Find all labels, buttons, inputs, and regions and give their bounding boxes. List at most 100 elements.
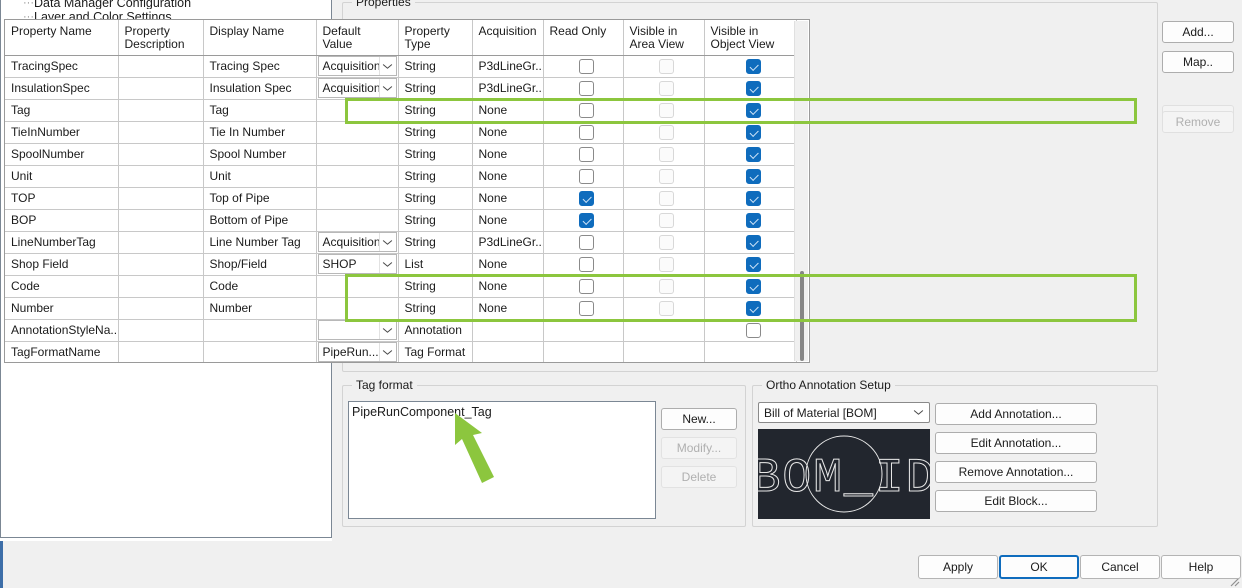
visible-in-area-view-cell[interactable] (623, 143, 705, 166)
table-row[interactable]: Number Number String None (5, 297, 797, 320)
visible-in-area-view-cell[interactable] (623, 77, 705, 100)
visible-in-object-view-checkbox[interactable] (745, 212, 761, 228)
cell-property-type[interactable]: Annotation (398, 319, 473, 342)
visible-in-area-view-cell[interactable] (623, 187, 705, 210)
cell-display-name[interactable]: Tie In Number (203, 121, 317, 144)
cell-property-type[interactable]: String (398, 143, 473, 166)
read-only-checkbox[interactable] (578, 278, 594, 294)
read-only-checkbox[interactable] (578, 300, 594, 316)
cell-display-name[interactable]: Number (203, 297, 317, 320)
visible-in-object-view-checkbox[interactable] (745, 58, 761, 74)
cell-default-value[interactable]: Acquisition (316, 231, 399, 254)
ortho-addannotation-button[interactable]: Add Annotation... (935, 403, 1097, 425)
visible-in-object-view-checkbox[interactable] (745, 256, 761, 272)
cell-default-value[interactable] (316, 209, 399, 232)
visible-in-area-view-cell[interactable] (623, 99, 705, 122)
tag-format-new-button[interactable]: New... (661, 408, 737, 430)
read-only-cell[interactable] (543, 121, 624, 144)
cell-display-name[interactable] (203, 319, 317, 342)
table-row[interactable]: TOP Top of Pipe String None (5, 187, 797, 210)
read-only-cell[interactable] (543, 275, 624, 298)
read-only-checkbox[interactable] (578, 80, 594, 96)
visible-in-area-view-cell[interactable] (623, 253, 705, 276)
cell-display-name[interactable] (203, 341, 317, 362)
visible-in-object-view-cell[interactable] (704, 319, 797, 342)
visible-in-area-view-checkbox[interactable] (659, 212, 674, 228)
cell-acquisition[interactable]: P3dLineGr... (472, 231, 544, 254)
visible-in-object-view-cell[interactable] (704, 231, 797, 254)
cell-acquisition[interactable]: P3dLineGr... (472, 77, 544, 100)
col-header-display-name[interactable]: Display Name (203, 20, 317, 56)
cell-property-description[interactable] (118, 297, 204, 320)
table-row[interactable]: LineNumberTag Line Number Tag Acquisition S… (5, 231, 797, 254)
cell-display-name[interactable]: Spool Number (203, 143, 317, 166)
visible-in-object-view-cell[interactable] (704, 275, 797, 298)
cell-display-name[interactable]: Insulation Spec (203, 77, 317, 100)
cell-property-name[interactable]: Tag (5, 99, 119, 122)
properties-map-button[interactable]: Map.. (1162, 51, 1234, 73)
read-only-cell[interactable] (543, 187, 624, 210)
read-only-cell[interactable] (543, 77, 624, 100)
cell-property-name[interactable]: Unit (5, 165, 119, 188)
cell-default-value[interactable] (316, 121, 399, 144)
cell-acquisition[interactable]: None (472, 187, 544, 210)
grid-scrollbar-thumb[interactable] (800, 271, 804, 361)
cell-property-name[interactable]: TOP (5, 187, 119, 210)
read-only-checkbox[interactable] (578, 190, 594, 206)
visible-in-object-view-cell[interactable] (704, 253, 797, 276)
read-only-checkbox[interactable] (578, 124, 594, 140)
annotation-select[interactable]: Bill of Material [BOM] (758, 402, 930, 423)
dialog-cancel-button[interactable]: Cancel (1080, 555, 1160, 579)
cell-property-description[interactable] (118, 341, 204, 362)
table-row[interactable]: Code Code String None (5, 275, 797, 298)
visible-in-area-view-checkbox[interactable] (659, 124, 674, 140)
cell-property-type[interactable]: String (398, 165, 473, 188)
visible-in-object-view-checkbox[interactable] (745, 278, 761, 294)
cell-property-description[interactable] (118, 275, 204, 298)
table-row[interactable]: TracingSpec Tracing Spec Acquisition String… (5, 55, 797, 78)
cell-property-name[interactable]: Code (5, 275, 119, 298)
visible-in-area-view-cell[interactable] (623, 55, 705, 78)
read-only-checkbox[interactable] (578, 234, 594, 250)
read-only-checkbox[interactable] (578, 146, 594, 162)
cell-acquisition[interactable]: P3dLineGr... (472, 55, 544, 78)
cell-acquisition[interactable]: None (472, 121, 544, 144)
read-only-checkbox[interactable] (578, 256, 594, 272)
cell-default-value[interactable]: Acquisition (316, 55, 399, 78)
cell-property-type[interactable]: List (398, 253, 473, 276)
cell-property-name[interactable]: AnnotationStyleNa... (5, 319, 119, 342)
cell-property-type[interactable]: String (398, 275, 473, 298)
cell-property-type[interactable]: String (398, 187, 473, 210)
cell-default-value[interactable] (316, 99, 399, 122)
visible-in-area-view-checkbox[interactable] (659, 58, 674, 74)
visible-in-object-view-cell[interactable] (704, 55, 797, 78)
col-header-property-description[interactable]: Property Description (118, 20, 204, 56)
cell-property-name[interactable]: TieInNumber (5, 121, 119, 144)
cell-display-name[interactable]: Line Number Tag (203, 231, 317, 254)
cell-display-name[interactable]: Unit (203, 165, 317, 188)
cell-property-description[interactable] (118, 187, 204, 210)
ortho-editblock-button[interactable]: Edit Block... (935, 490, 1097, 512)
cell-property-name[interactable]: InsulationSpec (5, 77, 119, 100)
cell-property-type[interactable]: String (398, 297, 473, 320)
visible-in-area-view-checkbox[interactable] (659, 168, 674, 184)
cell-property-description[interactable] (118, 121, 204, 144)
visible-in-area-view-cell[interactable] (623, 231, 705, 254)
properties-add-button[interactable]: Add... (1162, 21, 1234, 43)
cell-display-name[interactable]: Code (203, 275, 317, 298)
read-only-cell[interactable] (543, 165, 624, 188)
cell-property-description[interactable] (118, 319, 204, 342)
read-only-checkbox[interactable] (578, 58, 594, 74)
read-only-cell[interactable] (543, 209, 624, 232)
read-only-cell[interactable] (543, 297, 624, 320)
visible-in-object-view-checkbox[interactable] (745, 80, 761, 96)
table-row[interactable]: BOP Bottom of Pipe String None (5, 209, 797, 232)
cell-property-type[interactable]: Tag Format (398, 341, 473, 362)
default-value-select[interactable] (317, 320, 397, 340)
col-header-read-only[interactable]: Read Only (543, 20, 624, 56)
table-row[interactable]: Tag Tag String None (5, 99, 797, 122)
ortho-removeannotation-button[interactable]: Remove Annotation... (935, 461, 1097, 483)
cell-property-name[interactable]: Number (5, 297, 119, 320)
visible-in-object-view-checkbox[interactable] (745, 102, 761, 118)
default-value-select[interactable]: PipeRun... (317, 342, 397, 362)
